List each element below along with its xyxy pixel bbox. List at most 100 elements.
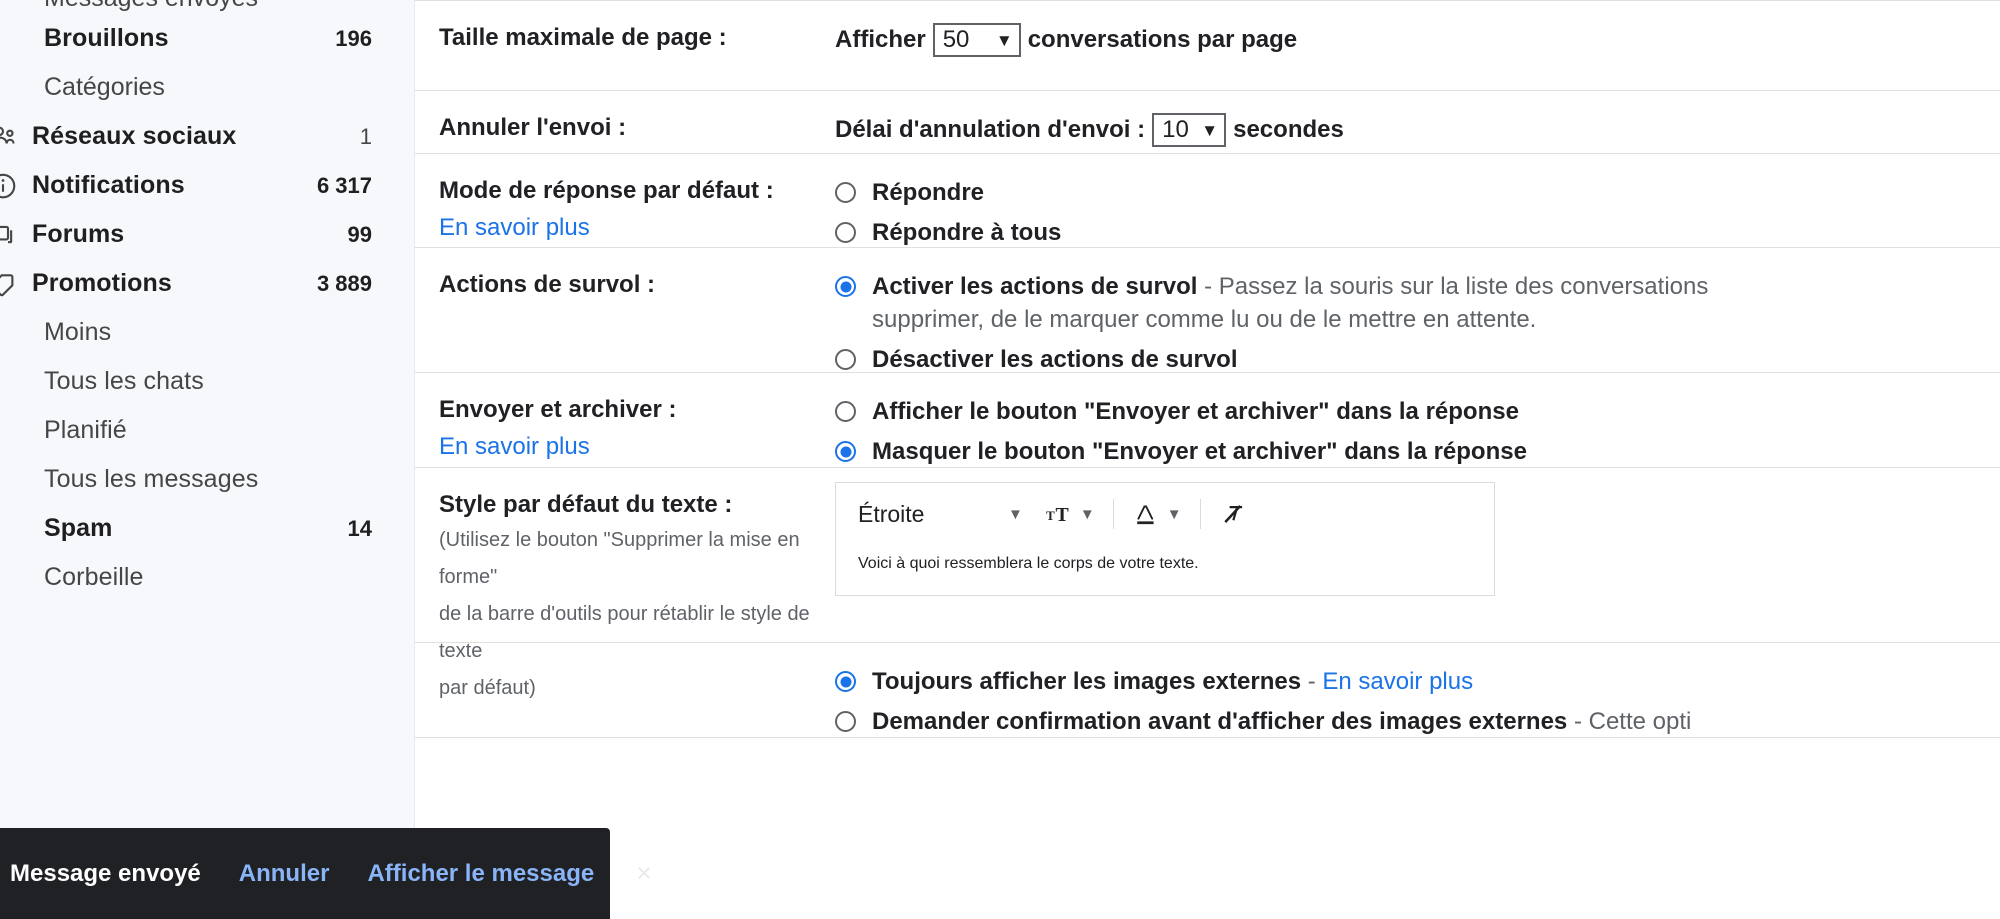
setting-row-hover-actions: Actions de survol : Activer les actions …	[415, 247, 2000, 373]
radio-icon[interactable]	[835, 276, 856, 297]
info-icon	[0, 161, 32, 210]
undo-send-delay-select[interactable]: 10 ▼	[1152, 113, 1227, 147]
sidebar-item-notifications[interactable]: Notifications 6 317	[0, 161, 414, 210]
learn-more-link[interactable]: En savoir plus	[1322, 668, 1473, 695]
setting-label: Annuler l'envoi :	[439, 114, 627, 141]
toast-view-message-button[interactable]: Afficher le message	[367, 860, 594, 888]
setting-label: Style par défaut du texte :	[439, 491, 733, 518]
setting-value-cell: Afficher le bouton "Envoyer et archiver"…	[835, 395, 2000, 465]
suffix-text: conversations par page	[1027, 26, 1298, 53]
radio-option-repondre-a-tous[interactable]: Répondre à tous	[835, 216, 1990, 249]
sidebar-item-label: Réseaux sociaux	[32, 122, 237, 150]
dash-separator: -	[1567, 708, 1589, 736]
learn-more-link[interactable]: En savoir plus	[439, 214, 590, 242]
sidebar-item-planifie[interactable]: Planifié	[0, 406, 414, 455]
sidebar-item-count: 1	[359, 123, 372, 149]
radio-icon[interactable]	[835, 349, 856, 371]
radio-option-demander-confirmation-images[interactable]: Demander confirmation avant d'afficher d…	[835, 705, 1990, 738]
sidebar-item-forums[interactable]: Forums 99	[0, 210, 414, 259]
radio-label: Afficher le bouton "Envoyer et archiver"…	[872, 398, 1519, 425]
setting-row-max-page-size: Taille maximale de page : Afficher 50 ▼ …	[415, 0, 2000, 90]
remove-formatting-icon[interactable]	[1219, 499, 1249, 529]
setting-label-cell: Envoyer et archiver : En savoir plus	[415, 395, 835, 460]
sidebar-item-sent-cutoff[interactable]: Messages envoyés	[0, 0, 414, 14]
font-family-value[interactable]: Étroite	[858, 501, 1008, 528]
tag-icon	[0, 259, 32, 308]
sidebar-item-label: Planifié	[44, 416, 127, 444]
chevron-down-icon[interactable]: ▼	[1167, 506, 1182, 523]
svg-text:T: T	[1046, 509, 1055, 523]
radio-option-desactiver-survol[interactable]: Désactiver les actions de survol	[835, 343, 1990, 376]
sidebar-item-tous-les-messages[interactable]: Tous les messages	[0, 455, 414, 504]
sidebar-item-promotions[interactable]: Promotions 3 889	[0, 259, 414, 308]
radio-description: - Passez la souris sur la liste des conv…	[1197, 273, 1709, 300]
sidebar: Messages envoyés Brouillons 196 Catégori…	[0, 0, 415, 919]
setting-value-cell: Afficher 50 ▼ conversations par page	[835, 23, 2000, 68]
undo-send-delay-value: 10	[1162, 116, 1189, 143]
sidebar-item-brouillons[interactable]: Brouillons 196	[0, 14, 414, 63]
radio-icon[interactable]	[835, 222, 856, 244]
prefix-text: Délai d'annulation d'envoi :	[835, 116, 1146, 143]
sidebar-section-label: Catégories	[44, 73, 165, 101]
toast-undo-button[interactable]: Annuler	[239, 860, 330, 888]
chevron-down-icon[interactable]: ▼	[1008, 506, 1023, 523]
font-size-icon[interactable]: T T ▼	[1045, 500, 1095, 528]
setting-value-cell: Délai d'annulation d'envoi : 10 ▼ second…	[835, 113, 2000, 147]
radio-option-toujours-afficher-images[interactable]: Toujours afficher les images externes - …	[835, 665, 1990, 698]
max-page-size-control: Afficher 50 ▼ conversations par page	[835, 23, 1990, 57]
toolbar-divider	[1199, 499, 1201, 529]
sidebar-item-moins[interactable]: Moins	[0, 308, 414, 357]
setting-row-undo-send: Annuler l'envoi : Délai d'annulation d'e…	[415, 90, 2000, 153]
gmail-settings-screen: Messages envoyés Brouillons 196 Catégori…	[0, 0, 2000, 919]
page-size-select[interactable]: 50 ▼	[932, 23, 1021, 57]
toolbar-divider	[1112, 499, 1114, 529]
suffix-text: secondes	[1233, 116, 1344, 143]
radio-description: Cette opti	[1588, 708, 1692, 736]
sidebar-item-label: Forums	[32, 220, 125, 248]
sidebar-item-count: 6 317	[316, 172, 372, 198]
setting-value-cell: Toujours afficher les images externes - …	[835, 665, 2000, 735]
sidebar-item-label: Tous les chats	[44, 367, 204, 395]
setting-label-cell: Annuler l'envoi :	[415, 113, 835, 141]
sidebar-item-corbeille[interactable]: Corbeille	[0, 553, 414, 602]
close-icon[interactable]: ×	[636, 860, 652, 887]
radio-option-activer-survol[interactable]: Activer les actions de survol - Passez l…	[835, 270, 1990, 336]
sidebar-item-label: Notifications	[32, 171, 185, 199]
setting-label-cell: Style par défaut du texte : (Utilisez le…	[415, 490, 835, 699]
sidebar-item-count: 196	[335, 25, 372, 51]
radio-option-afficher-bouton[interactable]: Afficher le bouton "Envoyer et archiver"…	[835, 395, 1990, 428]
setting-note-line-1: (Utilisez le bouton "Supprimer la mise e…	[439, 529, 800, 588]
sidebar-item-reseaux-sociaux[interactable]: Réseaux sociaux 1	[0, 112, 414, 161]
sidebar-item-spam[interactable]: Spam 14	[0, 504, 414, 553]
radio-icon[interactable]	[835, 711, 856, 733]
setting-row-send-and-archive: Envoyer et archiver : En savoir plus Aff…	[415, 372, 2000, 467]
radio-icon[interactable]	[835, 182, 856, 203]
setting-label-cell: Actions de survol :	[415, 270, 835, 350]
sidebar-item-tous-les-chats[interactable]: Tous les chats	[0, 357, 414, 406]
social-icon	[0, 112, 32, 161]
radio-description-line2: supprimer, de le marquer comme lu ou de …	[872, 306, 1537, 334]
sidebar-item-label: Brouillons	[44, 24, 169, 52]
setting-value-cell: Étroite ▼ T T ▼ ▼ Voici à quoi ressemble…	[835, 482, 2000, 620]
setting-row-default-text-style: Style par défaut du texte : (Utilisez le…	[415, 467, 2000, 699]
radio-option-repondre[interactable]: Répondre	[835, 176, 1990, 209]
radio-icon[interactable]	[835, 441, 856, 463]
setting-label: Actions de survol :	[439, 271, 656, 298]
radio-icon[interactable]	[835, 671, 856, 692]
setting-value-cell: Répondre Répondre à tous	[835, 176, 2000, 246]
sidebar-section-categories[interactable]: Catégories	[0, 63, 414, 112]
text-color-icon[interactable]: ▼	[1132, 500, 1182, 528]
chevron-down-icon[interactable]: ▼	[1080, 506, 1095, 523]
radio-icon[interactable]	[835, 401, 856, 422]
radio-option-masquer-bouton[interactable]: Masquer le bouton "Envoyer et archiver" …	[835, 435, 1990, 468]
settings-main-panel: Taille maximale de page : Afficher 50 ▼ …	[415, 0, 2000, 919]
forums-icon	[0, 210, 32, 259]
sidebar-item-label: Moins	[44, 318, 112, 346]
radio-label: Répondre à tous	[872, 219, 1062, 247]
learn-more-link[interactable]: En savoir plus	[439, 433, 590, 461]
setting-note-line-2: de la barre d'outils pour rétablir le st…	[439, 603, 810, 662]
sidebar-item-label: Corbeille	[44, 563, 144, 591]
svg-text:T: T	[1055, 504, 1068, 526]
sidebar-item-count: 14	[347, 515, 372, 541]
text-style-toolbar: Étroite ▼ T T ▼ ▼	[836, 483, 1494, 545]
